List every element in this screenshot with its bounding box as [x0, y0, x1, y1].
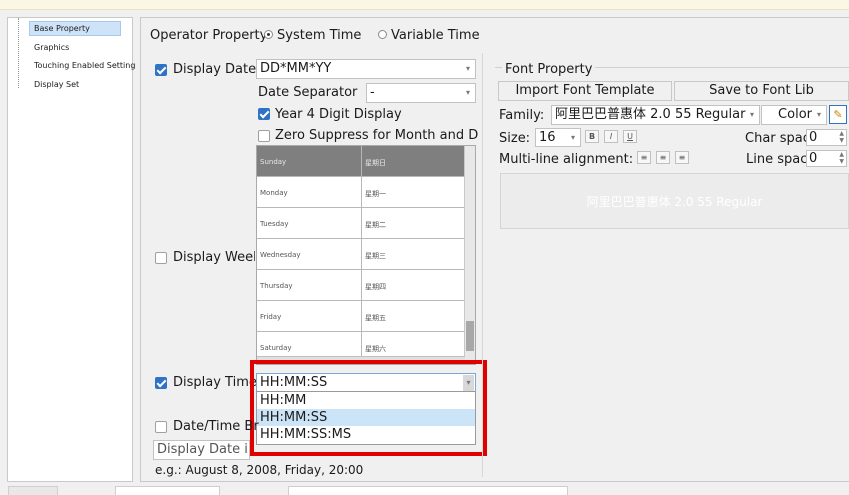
chevron-down-icon: ▾ [465, 64, 470, 73]
datetime-break-label: Date/Time Br [173, 419, 259, 434]
bold-button[interactable]: B [585, 130, 599, 143]
tree-item-graphics[interactable]: Graphics [30, 40, 73, 55]
line-spacing-input[interactable]: 0 ▲ ▼ [806, 150, 847, 167]
operator-property-label: Operator Property: [150, 28, 271, 43]
radio-selected-icon [264, 30, 273, 39]
week-en-cell: Wednesday [260, 251, 301, 259]
font-family-value: 阿里巴巴普惠体 2.0 55 Regular [555, 107, 746, 122]
datetime-break-checkbox[interactable] [155, 421, 167, 433]
tree-connector [18, 18, 19, 88]
char-spacing-label: Char spac [745, 131, 810, 146]
display-date-label: Display Date [173, 62, 257, 77]
property-tree: Base Property Graphics Touching Enabled … [7, 17, 135, 482]
bottom-strip [0, 486, 849, 495]
zero-suppress-label: Zero Suppress for Month and Day [275, 128, 478, 143]
week-en-cell: Tuesday [260, 220, 289, 228]
week-names-table: Sunday 星期日 Monday 星期一 Tuesday 星期二 Wednesday… [256, 145, 476, 365]
table-row[interactable]: Monday 星期一 [257, 177, 465, 208]
char-spacing-input[interactable]: 0 ▲ ▼ [806, 129, 847, 146]
underline-button[interactable]: U [623, 130, 637, 143]
color-label: Color [778, 107, 812, 122]
chevron-down-icon: ▾ [570, 133, 575, 142]
line-spacing-label: Line spac [746, 152, 808, 167]
font-property-title: Font Property [502, 61, 596, 78]
table-row[interactable]: Thursday 星期四 [257, 270, 465, 301]
week-en-cell: Saturday [260, 344, 292, 352]
eyedropper-icon[interactable]: ✎ [829, 105, 847, 124]
font-family-select[interactable]: 阿里巴巴普惠体 2.0 55 Regular ▾ [551, 105, 760, 125]
spinner-arrows-icon[interactable]: ▲ ▼ [839, 151, 844, 165]
size-label: Size: [499, 131, 531, 146]
color-select[interactable]: Color ▾ [761, 105, 827, 125]
display-time-checkbox[interactable] [155, 377, 167, 389]
chevron-down-icon: ▾ [816, 110, 821, 119]
spinner-arrows-icon[interactable]: ▲ ▼ [839, 130, 844, 144]
tree-item-touching-enabled[interactable]: Touching Enabled Setting [30, 58, 139, 73]
break-mode-value: Display Date in the First Line [157, 442, 249, 457]
import-font-template-button[interactable]: Import Font Template [498, 81, 672, 101]
week-en-cell: Sunday [260, 158, 287, 166]
radio-system-time[interactable]: System Time [264, 27, 361, 44]
date-separator-select[interactable]: - ▾ [366, 83, 476, 103]
radio-unselected-icon [378, 30, 387, 39]
tree-item-display-set[interactable]: Display Set [30, 77, 83, 92]
display-date-checkbox[interactable] [155, 64, 167, 76]
chevron-down-icon: ▾ [465, 88, 470, 97]
top-band [0, 0, 849, 10]
week-en-cell: Monday [260, 189, 288, 197]
week-zh-cell: 星期五 [365, 314, 386, 322]
font-size-value: 16 [539, 130, 556, 145]
year4-checkbox[interactable] [258, 108, 270, 120]
week-zh-cell: 星期四 [365, 283, 386, 291]
radio-variable-time-label: Variable Time [391, 28, 480, 43]
zero-suppress-checkbox[interactable] [258, 130, 270, 142]
scrollbar-thumb[interactable] [466, 321, 474, 351]
week-zh-cell: 星期日 [365, 159, 386, 167]
year4-label: Year 4 Digit Display [275, 107, 402, 122]
chevron-down-icon: ▾ [749, 110, 754, 119]
date-separator-label: Date Separator [258, 85, 358, 100]
week-zh-cell: 星期二 [365, 221, 386, 229]
panel-divider [482, 53, 483, 477]
char-spacing-value: 0 [809, 130, 818, 145]
align-center-icon[interactable]: ≡ [656, 151, 670, 164]
radio-variable-time[interactable]: Variable Time [378, 27, 480, 44]
week-en-cell: Friday [260, 313, 282, 321]
vertical-scrollbar[interactable] [464, 146, 475, 364]
week-zh-cell: 星期三 [365, 252, 386, 260]
table-row[interactable]: Wednesday 星期三 [257, 239, 465, 270]
line-spacing-value: 0 [809, 151, 818, 166]
table-row[interactable]: Friday 星期五 [257, 301, 465, 332]
highlight-box [250, 360, 487, 456]
break-mode-select[interactable]: Display Date in the First Line [153, 440, 250, 460]
font-preview: 阿里巴巴普惠体 2.0 55 Regular [500, 173, 849, 229]
radio-system-time-label: System Time [277, 28, 362, 43]
datetime-example-text: e.g.: August 8, 2008, Friday, 20:00 [155, 463, 364, 477]
week-en-cell: Thursday [260, 282, 293, 290]
date-format-value: DD*MM*YY [260, 61, 332, 76]
bottom-field-stub[interactable] [115, 486, 220, 495]
italic-button[interactable]: I [604, 130, 618, 143]
align-left-icon[interactable]: ≡ [637, 151, 651, 164]
save-to-font-lib-button[interactable]: Save to Font Lib [674, 81, 849, 101]
tree-item-base-property[interactable]: Base Property [29, 21, 121, 36]
table-row[interactable]: Tuesday 星期二 [257, 208, 465, 239]
week-zh-cell: 星期一 [365, 190, 386, 198]
table-row[interactable]: Sunday 星期日 [257, 146, 465, 177]
date-separator-value: - [370, 85, 375, 100]
date-format-select[interactable]: DD*MM*YY ▾ [256, 59, 476, 79]
bottom-button-stub[interactable] [8, 486, 58, 495]
family-label: Family: [499, 108, 545, 123]
display-week-label: Display Week [173, 250, 255, 265]
week-zh-cell: 星期六 [365, 345, 386, 353]
font-size-select[interactable]: 16 ▾ [535, 128, 581, 147]
bottom-field-stub-2[interactable] [288, 486, 568, 495]
display-time-label: Display Time [173, 375, 257, 390]
display-week-checkbox[interactable] [155, 252, 167, 264]
multiline-alignment-label: Multi-line alignment: [499, 152, 634, 167]
align-right-icon[interactable]: ≡ [675, 151, 689, 164]
